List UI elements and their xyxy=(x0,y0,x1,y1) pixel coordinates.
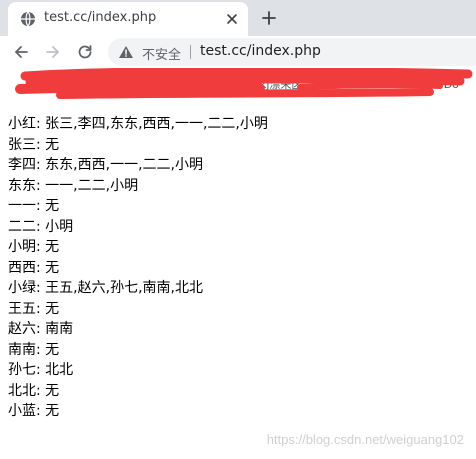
text-line: 李四: 东东,西西,一一,二二,小明 xyxy=(8,157,203,173)
close-icon[interactable] xyxy=(224,11,240,27)
page-content: 小红: 张三,李四,东东,西西,一一,二二,小明 张三: 无 李四: 东东,西西… xyxy=(8,114,468,422)
address-bar[interactable]: 不安全 test.cc/index.php xyxy=(108,38,476,66)
text-line: 小蓝: 无 xyxy=(8,403,60,419)
text-line: 一一: 无 xyxy=(8,198,60,214)
browser-window: test.cc/index.php 不安全 test.cc/index.php … xyxy=(0,0,476,459)
globe-icon xyxy=(21,11,35,27)
warning-triangle-icon[interactable] xyxy=(118,45,134,59)
security-label[interactable]: 不安全 xyxy=(142,44,181,63)
divider xyxy=(190,45,191,59)
url-text[interactable]: test.cc/index.php xyxy=(200,43,321,59)
text-line: 小明: 无 xyxy=(8,239,60,255)
text-line: 东东: 一一,二二,小明 xyxy=(8,177,139,194)
redaction-scribble: kj漂来区 /Do xyxy=(15,68,473,99)
text-line: 西西: 无 xyxy=(8,259,60,276)
toolbar: 不安全 test.cc/index.php xyxy=(0,36,476,69)
text-line: 北北: 无 xyxy=(8,382,60,399)
tab-title: test.cc/index.php xyxy=(44,10,157,25)
plus-icon[interactable] xyxy=(260,9,278,27)
text-line: 南南: 无 xyxy=(8,341,60,358)
reload-icon[interactable] xyxy=(76,43,94,61)
text-line: 王五: 无 xyxy=(8,300,60,317)
text-line: 二二: 小明 xyxy=(8,218,74,235)
text-line: 赵六: 南南 xyxy=(8,321,74,337)
arrow-left-icon[interactable] xyxy=(12,43,30,61)
text-line: 孙七: 北北 xyxy=(8,362,74,378)
tab-strip: test.cc/index.php xyxy=(0,0,476,36)
text-line: 小绿: 王五,赵六,孙七,南南,北北 xyxy=(8,280,203,296)
active-tab[interactable]: test.cc/index.php xyxy=(8,2,248,36)
redacted-bar: kj漂来区 /Do xyxy=(0,68,476,102)
text-line: 小红: 张三,李四,东东,西西,一一,二二,小明 xyxy=(8,116,268,132)
watermark: https://blog.csdn.net/weiguang102 xyxy=(266,432,464,447)
arrow-right-icon[interactable] xyxy=(44,43,62,61)
text-line: 张三: 无 xyxy=(8,136,60,153)
